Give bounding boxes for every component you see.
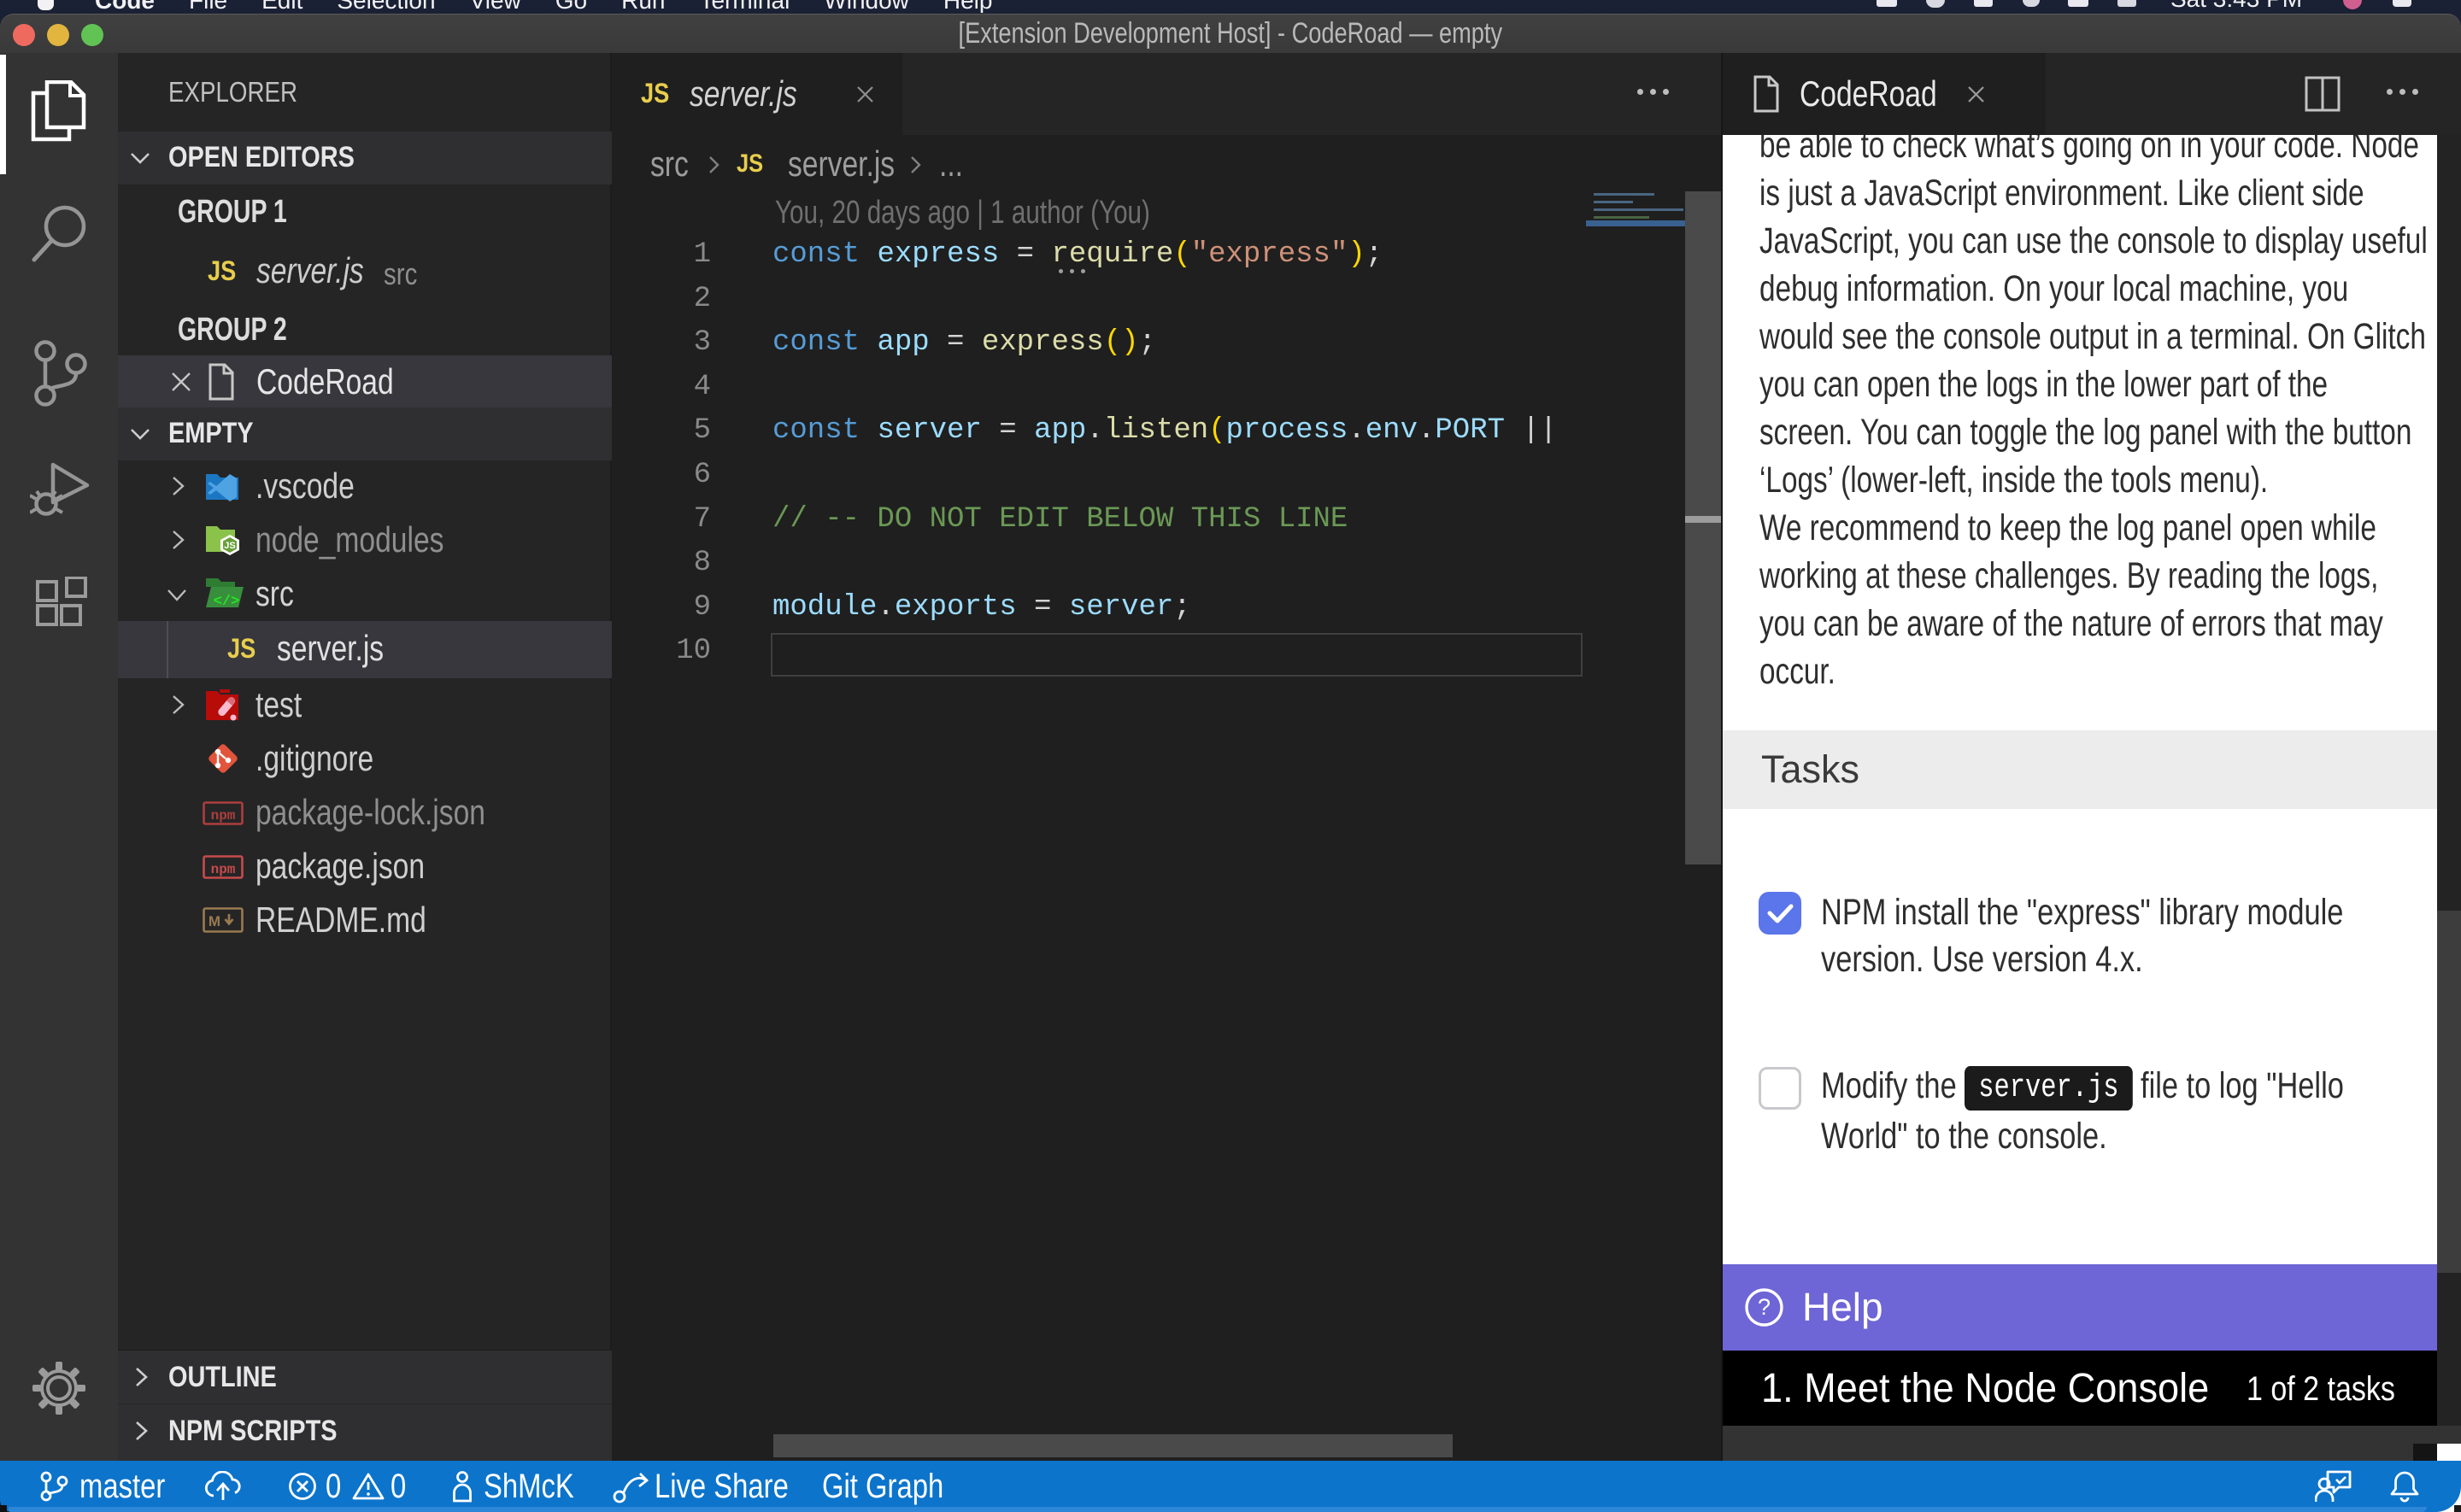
svg-text:npm: npm xyxy=(211,862,236,877)
svg-text:M: M xyxy=(209,913,220,929)
svg-text:?: ? xyxy=(1758,1294,1771,1320)
svg-text:JS: JS xyxy=(224,541,235,551)
svg-text:</>: </> xyxy=(214,594,240,610)
svg-text:npm: npm xyxy=(211,808,236,823)
